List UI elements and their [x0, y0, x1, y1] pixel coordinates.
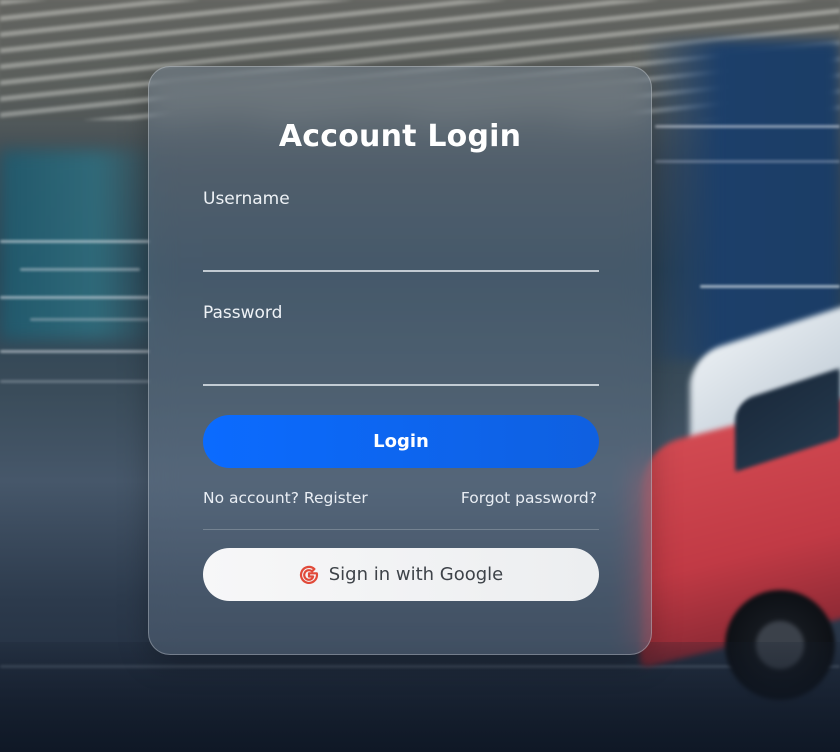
- username-input[interactable]: [203, 232, 599, 272]
- username-label: Username: [203, 189, 290, 209]
- register-link[interactable]: No account? Register: [203, 489, 368, 507]
- google-g-icon: [299, 565, 319, 585]
- divider: [203, 529, 599, 530]
- password-input[interactable]: [203, 346, 599, 386]
- google-button-label: Sign in with Google: [328, 564, 504, 585]
- password-label: Password: [203, 303, 283, 323]
- login-button[interactable]: Login: [203, 415, 599, 468]
- login-card: Account Login Username Password Login No…: [148, 66, 652, 655]
- forgot-password-link[interactable]: Forgot password?: [461, 489, 597, 507]
- page-title: Account Login: [278, 119, 522, 154]
- google-signin-button[interactable]: Sign in with Google: [203, 548, 599, 601]
